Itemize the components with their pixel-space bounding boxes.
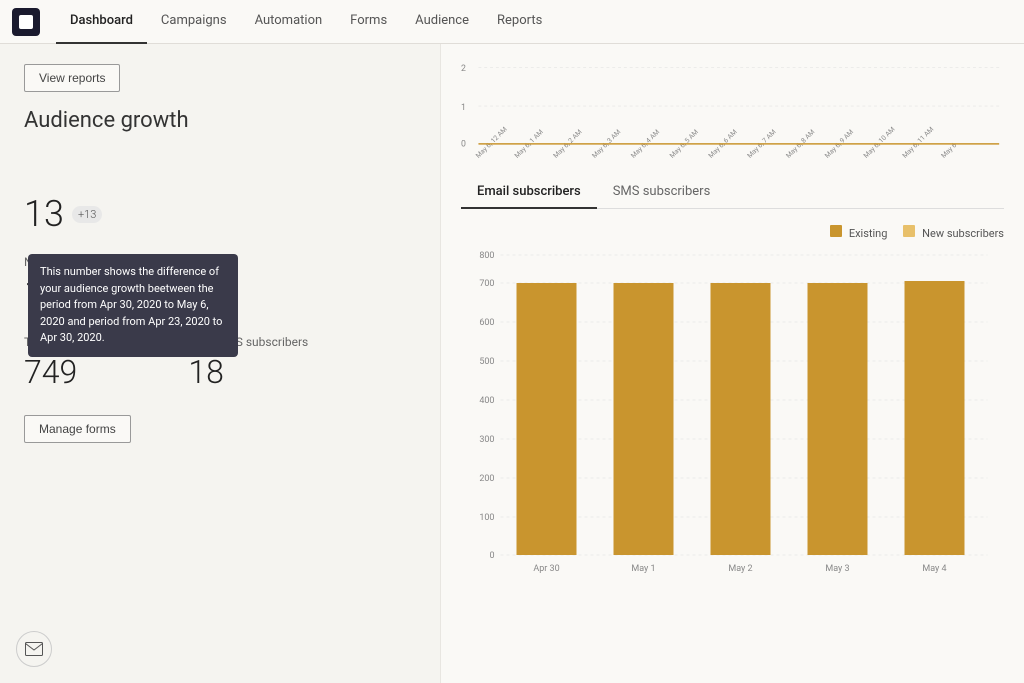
svg-text:400: 400 xyxy=(479,396,494,406)
bar-may1 xyxy=(614,283,674,555)
existing-label: Existing xyxy=(849,227,888,240)
nav-item-dashboard[interactable]: Dashboard xyxy=(56,0,147,44)
top-navigation: Dashboard Campaigns Automation Forms Aud… xyxy=(0,0,1024,44)
svg-text:1: 1 xyxy=(461,103,466,113)
left-panel: View reports Audience growth This number… xyxy=(0,44,440,683)
tab-sms-subscribers[interactable]: SMS subscribers xyxy=(597,176,727,209)
svg-text:100: 100 xyxy=(479,513,494,523)
svg-text:May 1: May 1 xyxy=(631,564,655,574)
svg-text:May 4: May 4 xyxy=(922,564,946,574)
total-sms-value: 18 xyxy=(188,353,308,391)
manage-forms-section: Manage forms xyxy=(24,415,416,443)
new-label: New subscribers xyxy=(922,227,1004,240)
nav-item-automation[interactable]: Automation xyxy=(241,0,337,44)
svg-text:0: 0 xyxy=(461,140,466,150)
main-content: View reports Audience growth This number… xyxy=(0,44,1024,683)
svg-text:May 6, 11 AM: May 6, 11 AM xyxy=(901,125,936,160)
tooltip-text: This number shows the difference of your… xyxy=(40,265,222,344)
svg-text:300: 300 xyxy=(479,435,494,445)
view-reports-button[interactable]: View reports xyxy=(24,64,120,92)
legend-new: New subscribers xyxy=(903,225,1004,240)
top-line-chart: 2 1 0 May 6, 12 AM May 6, 1 AM May 6, 2 … xyxy=(461,44,1004,166)
audience-growth-title: Audience growth xyxy=(24,108,416,133)
line-chart-svg: 2 1 0 May 6, 12 AM May 6, 1 AM May 6, 2 … xyxy=(461,52,1004,162)
chart-legend: Existing New subscribers xyxy=(461,225,1004,240)
svg-text:May 2: May 2 xyxy=(728,564,752,574)
svg-text:800: 800 xyxy=(479,251,494,261)
nav-item-forms[interactable]: Forms xyxy=(336,0,401,44)
svg-text:0: 0 xyxy=(489,551,494,561)
svg-text:500: 500 xyxy=(479,357,494,367)
new-email-number: 13 xyxy=(24,193,64,235)
new-email-badge: +13 xyxy=(72,206,102,223)
existing-color-dot xyxy=(830,225,842,237)
nav-item-campaigns[interactable]: Campaigns xyxy=(147,0,241,44)
bar-may4 xyxy=(905,281,965,555)
svg-text:May 6, 12 AM: May 6, 12 AM xyxy=(474,125,509,160)
bar-may3 xyxy=(808,283,868,555)
subscriber-tabs: Email subscribers SMS subscribers xyxy=(461,166,1004,209)
new-color-dot xyxy=(903,225,915,237)
audience-growth-section: Audience growth This number shows the di… xyxy=(24,108,416,443)
envelope-icon-button[interactable] xyxy=(16,631,52,667)
app-logo xyxy=(12,8,40,36)
svg-text:700: 700 xyxy=(479,279,494,289)
tab-email-subscribers[interactable]: Email subscribers xyxy=(461,176,597,209)
svg-text:600: 600 xyxy=(479,318,494,328)
new-email-stat: 13 +13 xyxy=(24,193,416,235)
right-panel: 2 1 0 May 6, 12 AM May 6, 1 AM May 6, 2 … xyxy=(440,44,1024,683)
bar-chart-wrapper: 0 100 200 300 400 500 600 700 800 xyxy=(461,248,1004,592)
svg-text:2: 2 xyxy=(461,64,466,74)
bar-may2 xyxy=(711,283,771,555)
tooltip-box: This number shows the difference of your… xyxy=(28,254,238,357)
bar-chart-svg: 0 100 200 300 400 500 600 700 800 xyxy=(461,248,1004,588)
legend-existing: Existing xyxy=(830,225,887,240)
svg-text:May 6, 10 AM: May 6, 10 AM xyxy=(862,125,897,160)
nav-item-reports[interactable]: Reports xyxy=(483,0,556,44)
new-email-value-row: 13 +13 xyxy=(24,193,416,235)
manage-forms-button[interactable]: Manage forms xyxy=(24,415,131,443)
bar-apr30 xyxy=(517,283,577,555)
svg-text:Apr 30: Apr 30 xyxy=(533,564,559,574)
total-email-value: 749 xyxy=(24,353,148,391)
nav-item-audience[interactable]: Audience xyxy=(401,0,483,44)
envelope-icon xyxy=(25,642,43,656)
svg-text:May 3: May 3 xyxy=(825,564,849,574)
svg-text:200: 200 xyxy=(479,474,494,484)
